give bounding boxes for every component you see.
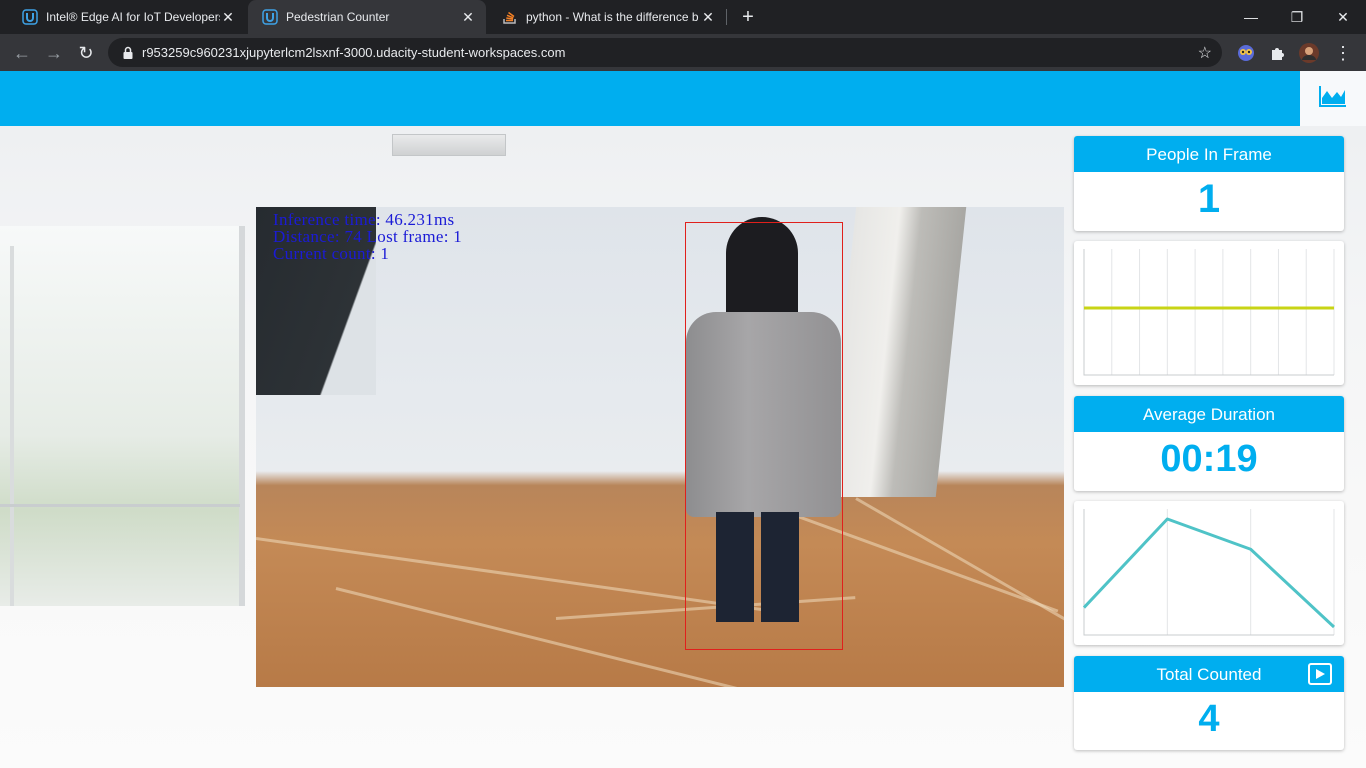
extension-owl-icon[interactable]	[1236, 43, 1256, 63]
pillar	[825, 207, 967, 497]
duration-chart-card	[1074, 501, 1344, 645]
close-icon[interactable]: ✕	[220, 9, 236, 26]
total-counted-card: Total Counted 4	[1074, 656, 1344, 750]
bookmark-star-icon[interactable]: ☆	[1198, 43, 1212, 63]
play-icon[interactable]	[1308, 663, 1332, 685]
tab-python-difference[interactable]: python - What is the difference b ✕	[488, 0, 726, 34]
current-count-text: Current count: 1	[273, 244, 390, 263]
window-close-button[interactable]: ✕	[1320, 0, 1366, 34]
forward-button[interactable]: →	[41, 40, 67, 66]
close-icon[interactable]: ✕	[460, 9, 476, 26]
series-line	[1082, 517, 1336, 629]
browser-toolbar: ← → ↻ r953259c960231xjupyterlcm2lsxnf-30…	[0, 34, 1366, 71]
tab-intel-edge-ai[interactable]: Intel® Edge AI for IoT Developers ✕	[8, 0, 246, 34]
browser-tab-strip: Intel® Edge AI for IoT Developers ✕ Pede…	[0, 0, 1366, 34]
tab-title: python - What is the difference b	[526, 10, 699, 24]
average-duration-label: Average Duration	[1074, 396, 1344, 432]
total-counted-value: 4	[1198, 698, 1220, 740]
app-page: Inference time: 46.231ms Distance: 74 Lo…	[0, 71, 1366, 768]
tab-title: Intel® Edge AI for IoT Developers	[46, 10, 220, 24]
close-icon[interactable]: ✕	[700, 9, 716, 26]
video-frame: Inference time: 46.231ms Distance: 74 Lo…	[256, 207, 1064, 687]
average-duration-value: 00:19	[1160, 438, 1258, 480]
reload-button[interactable]: ↻	[73, 40, 99, 66]
axis-line	[1083, 509, 1334, 636]
total-counted-label: Total Counted	[1156, 665, 1262, 684]
extensions-puzzle-icon[interactable]	[1268, 43, 1288, 63]
address-bar[interactable]: r953259c960231xjupyterlcm2lsxnf-3000.uda…	[108, 38, 1222, 67]
app-header	[0, 71, 1300, 126]
udacity-icon	[262, 9, 278, 25]
url-text: r953259c960231xjupyterlcm2lsxnf-3000.uda…	[142, 45, 566, 60]
ceiling-vent	[392, 134, 506, 156]
area-chart-icon	[1319, 85, 1347, 112]
tab-pedestrian-counter[interactable]: Pedestrian Counter ✕	[248, 0, 486, 34]
average-duration-card: Average Duration 00:19	[1074, 396, 1344, 491]
lock-icon	[120, 45, 136, 61]
total-counted-header: Total Counted	[1074, 656, 1344, 692]
people-in-frame-card: People In Frame 1	[1074, 136, 1344, 231]
minimize-button[interactable]: —	[1228, 0, 1274, 34]
people-line-chart	[1083, 249, 1335, 376]
people-in-frame-value: 1	[1197, 177, 1221, 221]
new-tab-button[interactable]: +	[736, 5, 760, 29]
udacity-icon	[22, 9, 38, 25]
stats-toggle-button[interactable]	[1300, 71, 1366, 126]
tab-title: Pedestrian Counter	[286, 10, 390, 24]
people-chart-card	[1074, 241, 1344, 385]
axis-line	[1083, 249, 1334, 376]
detection-bounding-box	[685, 222, 843, 650]
chrome-menu-button[interactable]: ⋮	[1330, 40, 1356, 66]
profile-avatar[interactable]	[1299, 43, 1319, 63]
back-button[interactable]: ←	[9, 40, 35, 66]
background-window	[0, 226, 245, 606]
stackoverflow-icon	[502, 9, 518, 25]
tab-separator	[726, 9, 727, 25]
restore-button[interactable]: ❐	[1274, 0, 1320, 34]
duration-line-chart	[1082, 509, 1336, 636]
people-in-frame-label: People In Frame	[1074, 136, 1344, 172]
